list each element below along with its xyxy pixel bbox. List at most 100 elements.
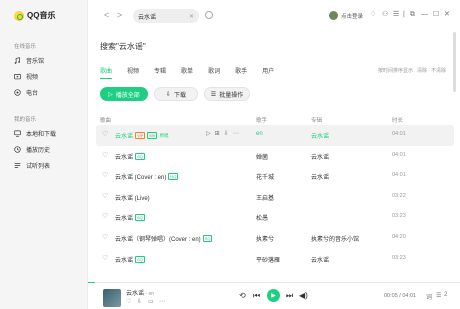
no-clear-option[interactable]: 不清除 [431,67,446,74]
table-row[interactable]: ♡ 云水谣 SQ 平砂落雁 云水谣 03:23 [96,249,454,270]
song-title[interactable]: 云水谣 SQ [115,152,145,161]
sidebar-item-radio[interactable]: 电台 [14,87,38,97]
album-link[interactable]: 云水谣 [311,152,329,161]
singer-link[interactable]: 花千城 [256,172,274,181]
back-button[interactable]: < [104,10,109,20]
album-cover[interactable] [103,289,121,307]
song-title[interactable]: 云水谣 VIP MV 原唱 [115,131,168,140]
lyrics-icon[interactable]: 词 [426,292,432,301]
song-duration: 03:23 [392,254,406,261]
mini-mode-icon[interactable]: ⧉ [410,11,415,19]
table-row[interactable]: ♡ 云水谣 SQ 松愚 03:23 [96,207,454,228]
progress-bar[interactable] [88,282,96,284]
like-icon[interactable]: ♡ [126,298,131,305]
column-duration: 时长 [392,118,404,124]
tab-albums[interactable]: 专辑 [154,66,166,75]
download-icon[interactable]: ⇩ [224,130,229,137]
quality-badge: SQ [135,255,145,263]
table-row[interactable]: ♡ 云水谣 VIP MV 原唱 ▷ ⊞ ⇩ ⋯ en 云水谣 04:01 [96,125,454,146]
voice-search-icon[interactable] [205,11,213,19]
skin-icon[interactable]: ⚇ [382,11,388,19]
song-title[interactable]: 云水谣（钢琴弹唱）(Cover : en) SQ [115,234,213,243]
album-link[interactable]: 云水谣 [311,131,329,140]
play-icon[interactable]: ▷ [206,130,211,137]
tab-playlists[interactable]: 歌单 [181,66,193,75]
tab-lyrics[interactable]: 歌词 [208,66,220,75]
close-icon[interactable]: ✕ [444,11,450,19]
song-title[interactable]: 云水谣 SQ [115,213,145,222]
volume-icon[interactable]: ◀) [299,291,308,300]
song-title[interactable]: 云水谣 (Live) [115,193,150,202]
table-row[interactable]: ♡ 云水谣（钢琴弹唱）(Cover : en) SQ 执素兮 执素兮的音乐小馆 04:20 [96,228,454,249]
add-icon[interactable]: ⊞ [215,130,220,137]
song-title-text: 云水谣 (Live) [115,195,150,202]
tab-users[interactable]: 用户 [262,66,274,75]
like-icon[interactable]: ♡ [102,193,108,201]
like-icon[interactable]: ♡ [102,131,108,139]
tab-songs[interactable]: 歌曲 [100,66,113,79]
table-row[interactable]: ♡ 云水谣 SQ 婵菌 云水谣 04:01 [96,146,454,167]
download-icon[interactable]: ⇩ [137,298,142,305]
menu-icon[interactable]: ☰ [393,11,399,19]
next-icon[interactable]: ⏭ [286,291,293,300]
logo-icon [14,10,24,21]
more-icon[interactable]: ⋯ [233,130,239,137]
singer-link[interactable]: 王启基 [256,193,274,202]
login-link[interactable]: 点击登录 [341,12,363,20]
tab-singers[interactable]: 歌手 [235,66,247,75]
search-box[interactable]: 云水谣 ✕ [133,9,199,23]
sidebar-item-local-download[interactable]: 本地和下载 [14,128,56,138]
avatar[interactable] [329,11,338,20]
now-playing: 云水谣 - en [126,288,154,297]
like-icon[interactable]: ♡ [102,255,108,263]
sort-option[interactable]: 按时间排序显示 [378,67,413,74]
result-options: 按时间排序显示 清除 不清除 [378,67,446,74]
sidebar-item-music-hall[interactable]: 音乐馆 [14,55,44,65]
album-link[interactable]: 云水谣 [311,172,329,181]
singer-link[interactable]: 松愚 [256,213,268,222]
sidebar-item-video[interactable]: 视频 [14,71,38,81]
search-input[interactable]: 云水谣 [138,12,189,21]
singer-link[interactable]: 婵菌 [256,152,268,161]
like-icon[interactable]: ♡ [102,152,108,160]
clear-option[interactable]: 清除 [417,67,427,74]
maximize-icon[interactable]: ☐ [433,11,439,19]
play-all-button[interactable]: ▷ 播放全部 [100,87,148,101]
singer-link[interactable]: 平砂落雁 [256,255,280,264]
quality-badge: SQ [135,214,145,222]
song-title[interactable]: 云水谣 (Cover : en) HQ [115,172,179,181]
table-row[interactable]: ♡ 云水谣 (Live) 王启基 03:22 [96,187,454,208]
sidebar-item-trial-list[interactable]: 试听列表 [14,160,50,170]
clear-search-icon[interactable]: ✕ [189,13,194,20]
radio-icon [14,88,21,96]
song-duration: 03:23 [392,213,406,220]
download-icon: ⇩ [165,91,171,98]
app-logo[interactable]: QQ音乐 [14,10,55,21]
album-link[interactable]: 执素兮的音乐小馆 [311,234,359,243]
like-icon[interactable]: ♡ [102,234,108,242]
play-button[interactable]: ▶ [267,289,280,302]
playlist-icon[interactable]: ☰ [436,292,441,299]
sidebar-item-label: 本地和下载 [26,131,57,138]
song-title[interactable]: 云水谣 SQ [115,255,145,264]
forward-button[interactable]: > [117,10,122,20]
sidebar-item-play-history[interactable]: 播放历史 [14,144,50,154]
loop-mode-icon[interactable]: ⟲ [239,291,246,300]
vip-icon[interactable]: ♢ [370,11,376,19]
table-row[interactable]: ♡ 云水谣 (Cover : en) HQ 花千城 云水谣 04:01 [96,166,454,187]
like-icon[interactable]: ♡ [102,213,108,221]
download-button[interactable]: ⇩ 下载 [154,87,198,101]
previous-icon[interactable]: ⏮ [253,291,260,300]
tab-videos[interactable]: 视频 [127,66,139,75]
album-link[interactable]: 云水谣 [311,255,329,264]
more-icon[interactable]: ⋯ [159,298,165,305]
playlist-count: 2 [444,292,448,298]
singer-link[interactable]: en [256,131,263,137]
play-icon: ▷ [108,91,113,98]
scrollbar[interactable] [453,32,456,92]
minimize-icon[interactable]: — [421,11,428,19]
singer-link[interactable]: 执素兮 [256,234,274,243]
batch-button[interactable]: ☰ 批量操作 [204,87,250,101]
like-icon[interactable]: ♡ [102,172,108,180]
comment-icon[interactable]: ▭ [148,298,154,305]
